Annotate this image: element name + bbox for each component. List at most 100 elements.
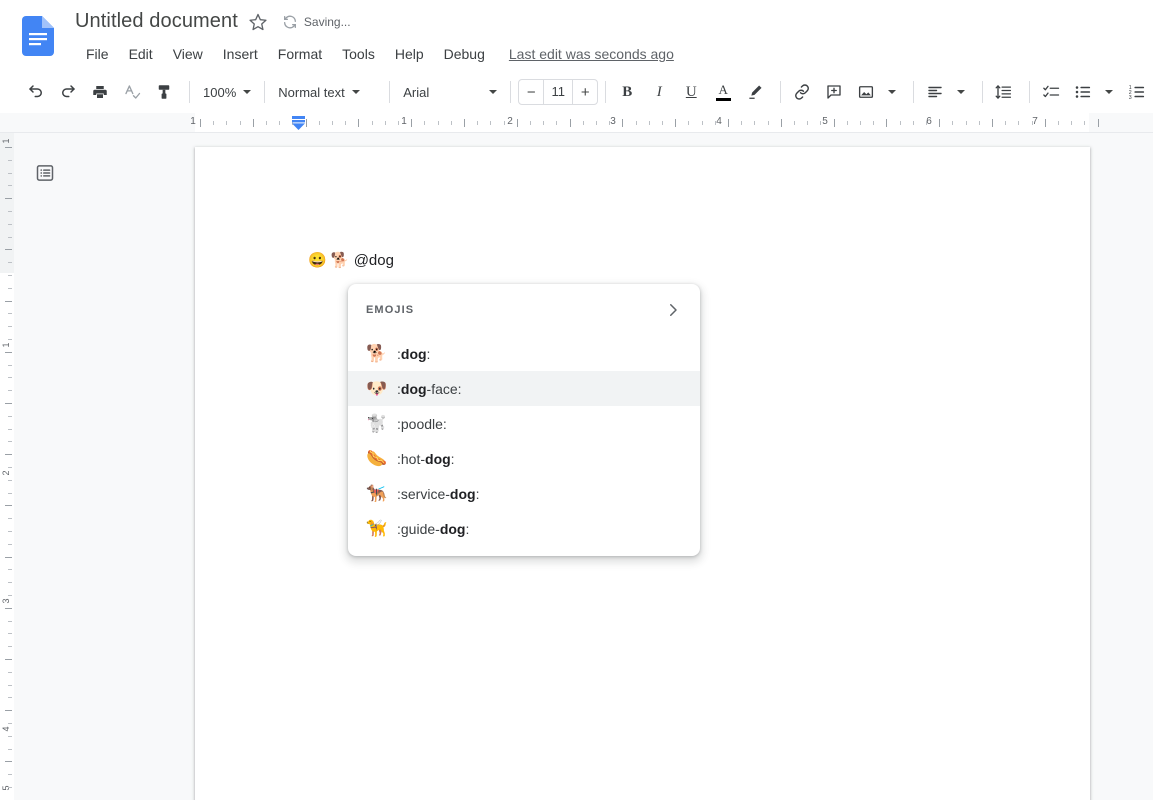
emoji-option-row[interactable]: 🌭:hot-dog: xyxy=(348,441,700,476)
ruler-tick xyxy=(583,121,584,125)
menu-format[interactable]: Format xyxy=(268,44,332,64)
page-title[interactable]: Untitled document xyxy=(75,10,238,33)
menu-debug[interactable]: Debug xyxy=(434,44,495,64)
ruler-tick xyxy=(319,121,320,125)
emoji-match-highlight: dog xyxy=(425,450,451,467)
ruler-tick xyxy=(662,121,663,125)
emoji-glyph-icon: 🐶 xyxy=(366,379,388,398)
chevron-right-icon[interactable] xyxy=(664,301,682,319)
italic-button[interactable]: I xyxy=(645,78,673,106)
link-icon[interactable] xyxy=(788,78,816,106)
print-icon[interactable] xyxy=(86,78,114,106)
ruler-tick xyxy=(596,121,597,125)
star-icon[interactable] xyxy=(248,12,268,32)
sync-saving-icon xyxy=(282,14,298,30)
bold-button[interactable]: B xyxy=(613,78,641,106)
paint-format-icon[interactable] xyxy=(150,78,178,106)
emoji-option-row[interactable]: 🐶:dog-face: xyxy=(348,371,700,406)
vertical-ruler[interactable]: 112345 xyxy=(0,133,14,800)
menu-help[interactable]: Help xyxy=(385,44,434,64)
ruler-tick xyxy=(8,518,12,519)
ruler-tick xyxy=(5,761,12,762)
add-comment-icon[interactable] xyxy=(820,78,848,106)
ruler-tick xyxy=(490,121,491,125)
menu-tools[interactable]: Tools xyxy=(332,44,385,64)
ruler-number: 7 xyxy=(1032,116,1038,127)
chevron-down-icon xyxy=(888,90,897,94)
indent-marker[interactable] xyxy=(292,116,305,130)
ruler-tick xyxy=(398,121,399,125)
emoji-match-highlight: dog xyxy=(439,520,466,537)
undo-icon[interactable] xyxy=(22,78,50,106)
ruler-tick xyxy=(8,313,12,314)
menu-view[interactable]: View xyxy=(163,44,213,64)
ruler-tick xyxy=(1018,121,1019,125)
menu-edit[interactable]: Edit xyxy=(119,44,163,64)
ruler-tick xyxy=(5,403,12,404)
ruler-tick xyxy=(8,275,12,276)
line-spacing-icon[interactable] xyxy=(990,78,1018,106)
underline-label: U xyxy=(685,83,697,100)
text-color-swatch xyxy=(715,98,731,101)
bulleted-list-icon[interactable] xyxy=(1069,78,1097,106)
highlight-pen-icon[interactable] xyxy=(741,78,769,106)
emoji-autocomplete-popup[interactable]: EMOJIS 🐕:dog: 🐶:dog-face: 🐩:poodle: 🌭:hot-d… xyxy=(348,284,700,556)
ruler-tick xyxy=(794,121,795,125)
ruler-tick xyxy=(768,121,769,125)
horizontal-ruler[interactable]: 1 1 2 3 4 5 6 7 xyxy=(0,113,1153,133)
ruler-tick xyxy=(8,723,12,724)
ruler-tick xyxy=(860,121,861,125)
emoji-option-row[interactable]: 🐩:poodle: xyxy=(348,406,700,441)
ruler-tick xyxy=(702,121,703,125)
saving-status: Saving... xyxy=(282,14,351,30)
font-size-decrease-button[interactable]: − xyxy=(519,80,543,104)
ruler-tick xyxy=(1045,119,1046,127)
vertical-ruler-margin xyxy=(0,133,14,273)
ruler-tick xyxy=(807,121,808,125)
toolbar-divider xyxy=(189,81,190,103)
font-size-increase-button[interactable]: + xyxy=(573,80,597,104)
menu-file[interactable]: File xyxy=(76,44,119,64)
ruler-tick xyxy=(992,119,993,127)
insert-image-icon[interactable] xyxy=(852,78,880,106)
zoom-dropdown[interactable]: 100% xyxy=(197,78,257,106)
ruler-tick xyxy=(886,119,887,127)
ruler-tick xyxy=(8,441,12,442)
insert-image-dropdown[interactable] xyxy=(884,78,900,106)
ruler-tick xyxy=(8,377,12,378)
ruler-tick xyxy=(728,119,729,127)
font-family-dropdown[interactable]: Arial xyxy=(397,78,503,106)
paragraph-style-dropdown[interactable]: Normal text xyxy=(272,78,382,106)
font-size-input[interactable]: 11 xyxy=(543,80,574,104)
bulleted-list-dropdown[interactable] xyxy=(1101,78,1117,106)
emoji-option-row[interactable]: 🐕‍🦺:service-dog: xyxy=(348,476,700,511)
text-color-button[interactable]: A xyxy=(709,78,737,106)
checklist-icon[interactable] xyxy=(1037,78,1065,106)
ruler-tick xyxy=(1058,121,1059,125)
ruler-tick xyxy=(306,119,307,127)
paragraph-style-value: Normal text xyxy=(278,84,345,100)
last-edit-link[interactable]: Last edit was seconds ago xyxy=(509,46,674,62)
ruler-tick xyxy=(8,429,12,430)
ruler-tick xyxy=(8,416,12,417)
align-dropdown[interactable] xyxy=(953,78,969,106)
font-size-stepper[interactable]: − 11 + xyxy=(518,79,599,105)
google-docs-icon[interactable] xyxy=(22,16,54,56)
align-left-icon[interactable] xyxy=(921,78,949,106)
numbered-list-icon[interactable]: 1 2 3 xyxy=(1123,78,1151,106)
ruler-tick xyxy=(8,493,12,494)
ruler-tick xyxy=(8,569,12,570)
redo-icon[interactable] xyxy=(54,78,82,106)
menu-insert[interactable]: Insert xyxy=(213,44,268,64)
spellcheck-icon[interactable] xyxy=(118,78,146,106)
ruler-tick xyxy=(8,339,12,340)
emoji-option-row[interactable]: 🐕:dog: xyxy=(348,336,700,371)
emoji-option-row[interactable]: 🦮:guide-dog: xyxy=(348,511,700,546)
ruler-tick xyxy=(754,121,755,125)
ruler-tick xyxy=(8,211,12,212)
document-outline-icon[interactable] xyxy=(30,158,60,188)
underline-button[interactable]: U xyxy=(677,78,705,106)
ruler-tick xyxy=(5,557,12,558)
document-body-text[interactable]: 😀 🐕 @dog xyxy=(308,251,394,271)
ruler-tick xyxy=(8,774,12,775)
